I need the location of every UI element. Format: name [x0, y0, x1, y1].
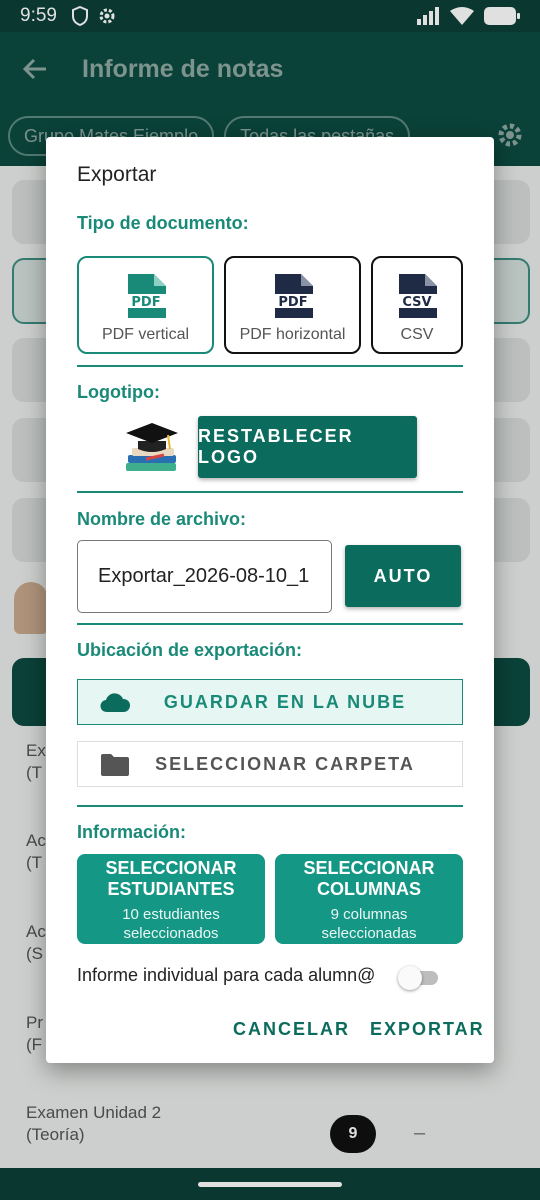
folder-button-label: SELECCIONAR CARPETA [155, 753, 415, 774]
doc-option-pdf-horizontal[interactable]: PDF PDF horizontal [224, 256, 361, 354]
doc-option-label: CSV [400, 326, 434, 343]
cloud-button-label: GUARDAR EN LA NUBE [163, 691, 407, 712]
divider [77, 491, 463, 493]
filename-label: Nombre de archivo: [77, 509, 247, 529]
auto-filename-button[interactable]: AUTO [345, 545, 461, 607]
cancel-button[interactable]: CANCELAR [233, 1019, 350, 1040]
doc-option-label: PDF horizontal [239, 326, 346, 343]
individual-report-toggle[interactable] [398, 966, 438, 990]
pdf-file-icon: PDF [272, 274, 313, 318]
doc-option-label: PDF vertical [101, 326, 190, 343]
graduation-cap-logo [126, 423, 178, 471]
select-folder-button[interactable]: SELECCIONAR CARPETA [77, 741, 463, 787]
select-columns-button[interactable]: SELECCIONAR COLUMNAS 9 columnas selecciona… [275, 854, 463, 944]
filename-input[interactable]: Exportar_2026-08-10_1 [77, 540, 332, 613]
folder-icon [101, 754, 129, 776]
cloud-icon [100, 693, 130, 713]
logo-label: Logotipo: [77, 382, 160, 402]
reset-logo-button[interactable]: RESTABLECER LOGO [198, 416, 417, 478]
pdf-file-icon: PDF [125, 274, 166, 318]
info-label: Información: [77, 822, 187, 842]
divider [77, 623, 463, 625]
doc-option-pdf-vertical[interactable]: PDF PDF vertical [77, 256, 214, 354]
svg-text:PDF: PDF [278, 295, 307, 310]
divider [77, 365, 463, 367]
divider [77, 805, 463, 807]
location-label: Ubicación de exportación: [77, 640, 303, 660]
svg-text:CSV: CSV [402, 295, 431, 310]
export-button[interactable]: EXPORTAR [370, 1019, 485, 1040]
dialog-title: Exportar [77, 163, 157, 186]
svg-text:PDF: PDF [131, 295, 160, 310]
toggle-thumb [398, 966, 422, 990]
select-students-button[interactable]: SELECCIONAR ESTUDIANTES 10 estudiantes sel… [77, 854, 265, 944]
save-to-cloud-button[interactable]: GUARDAR EN LA NUBE [77, 679, 463, 725]
export-dialog: Exportar Tipo de documento: PDF PDF vert… [46, 137, 494, 1063]
csv-file-icon: CSV [397, 274, 437, 318]
doc-option-csv[interactable]: CSV CSV [371, 256, 463, 354]
individual-report-label: Informe individual para cada alumn@ [77, 965, 376, 985]
doc-type-label: Tipo de documento: [77, 213, 249, 233]
